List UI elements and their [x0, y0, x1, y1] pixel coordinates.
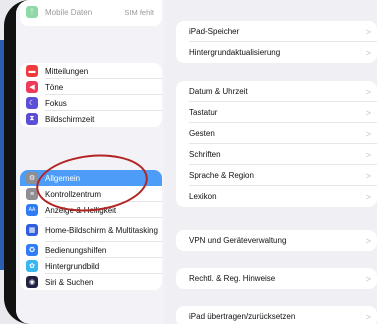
chevron-right-icon: >: [365, 107, 371, 118]
chevron-right-icon: >: [365, 273, 371, 284]
detail-row-gesten[interactable]: Gesten >: [176, 123, 377, 144]
chevron-right-icon: >: [365, 311, 371, 322]
chevron-right-icon: >: [365, 26, 371, 37]
detail-row-label: Tastatur: [189, 108, 218, 117]
detail-row-label: Schriften: [189, 150, 221, 159]
detail-row-label: Sprache & Region: [189, 171, 254, 180]
detail-row-tastatur[interactable]: Tastatur >: [176, 102, 377, 123]
siri-icon: ◉: [26, 276, 38, 288]
sidebar-item-label: Allgemein: [45, 173, 81, 183]
sidebar-item-fokus[interactable]: ☾ Fokus: [20, 95, 162, 111]
chevron-right-icon: >: [365, 149, 371, 160]
sidebar-item-label: Siri & Suchen: [45, 277, 94, 287]
sidebar-item-label: Bildschirmzeit: [45, 114, 95, 124]
detail-row-schriften[interactable]: Schriften >: [176, 144, 377, 165]
sidebar-item-label: Bedienungshilfen: [45, 245, 107, 255]
grid-icon: ▦: [26, 224, 38, 236]
chevron-right-icon: >: [365, 235, 371, 246]
detail-row-label: Lexikon: [189, 192, 217, 201]
settings-screen: ᛉ Mobile Daten SIM fehlt ▬ Mitteilungen ◀ Tön…: [16, 0, 377, 324]
sidebar-item-mitteilungen[interactable]: ▬ Mitteilungen: [20, 63, 162, 79]
moon-icon: ☾: [26, 97, 38, 109]
detail-row-ipad-bertragen-zur-cksetzen[interactable]: iPad übertragen/zurücksetzen >: [176, 306, 377, 324]
sidebar-group-general: ⚙ Allgemein ≡ Kontrollzentrum AA Anzeige & He…: [20, 170, 162, 290]
sidebar-item-kontrollzentrum[interactable]: ≡ Kontrollzentrum: [20, 186, 162, 202]
detail-group-reset: iPad übertragen/zurücksetzen >: [176, 306, 377, 324]
chevron-right-icon: >: [365, 47, 371, 58]
detail-row-label: Hintergrundaktualisierung: [189, 48, 281, 57]
sidebar-item-label: Home-Bildschirm & Multitasking: [45, 225, 158, 235]
gear-icon: ⚙: [26, 172, 38, 184]
sidebar-item-bedienungshilfen[interactable]: ✪ Bedienungshilfen: [20, 242, 162, 258]
sidebar-item-label: Töne: [45, 82, 64, 92]
sidebar-item-label: Fokus: [45, 98, 67, 108]
hourglass-icon: ⧗: [26, 113, 38, 125]
detail-group-storage: iPad-Speicher > Hintergrundaktualisierung >: [176, 21, 377, 63]
flower-icon: ✿: [26, 260, 38, 272]
detail-row-lexikon[interactable]: Lexikon >: [176, 186, 377, 207]
sidebar-item-value: SIM fehlt: [124, 7, 154, 17]
detail-row-rechtl-reg-hinweise[interactable]: Rechtl. & Reg. Hinweise >: [176, 268, 377, 289]
notifications-icon: ▬: [26, 65, 38, 77]
sidebar-item-bildschirmzeit[interactable]: ⧗ Bildschirmzeit: [20, 111, 162, 127]
chevron-right-icon: >: [365, 128, 371, 139]
sidebar-item-label: Mobile Daten: [45, 7, 93, 17]
detail-group-datetime: Datum & Uhrzeit > Tastatur > Gesten > Schrifte…: [176, 81, 377, 207]
detail-row-ipad-speicher[interactable]: iPad-Speicher >: [176, 21, 377, 42]
chevron-right-icon: >: [365, 86, 371, 97]
sidebar-item-label: Mitteilungen: [45, 66, 89, 76]
sidebar-item-anzeige-helligkeit[interactable]: AA Anzeige & Helligkeit: [20, 202, 162, 218]
accessibility-icon: ✪: [26, 244, 38, 256]
detail-row-hintergrundaktualisierung[interactable]: Hintergrundaktualisierung >: [176, 42, 377, 63]
chevron-right-icon: >: [365, 170, 371, 181]
detail-row-label: Gesten: [189, 129, 215, 138]
detail-row-label: Datum & Uhrzeit: [189, 87, 248, 96]
sidebar-item-allgemein[interactable]: ⚙ Allgemein: [20, 170, 162, 186]
sidebar-item-hintergrundbild[interactable]: ✿ Hintergrundbild: [20, 258, 162, 274]
sidebar-group-network: ᛉ Mobile Daten SIM fehlt: [20, 0, 162, 26]
sidebar-item-mobile-daten[interactable]: ᛉ Mobile Daten SIM fehlt: [20, 0, 162, 26]
sidebar-item-label: Kontrollzentrum: [45, 189, 102, 199]
detail-row-datum-uhrzeit[interactable]: Datum & Uhrzeit >: [176, 81, 377, 102]
sidebar-item-label: Hintergrundbild: [45, 261, 100, 271]
antenna-icon: ᛉ: [26, 6, 38, 18]
switches-icon: ≡: [26, 188, 38, 200]
detail-group-vpn: VPN und Geräteverwaltung >: [176, 230, 377, 251]
detail-row-vpn-und-ger-teverwaltung[interactable]: VPN und Geräteverwaltung >: [176, 230, 377, 251]
ipad-frame: ᛉ Mobile Daten SIM fehlt ▬ Mitteilungen ◀ Tön…: [4, 0, 377, 324]
settings-sidebar: ᛉ Mobile Daten SIM fehlt ▬ Mitteilungen ◀ Tön…: [16, 0, 164, 324]
chevron-right-icon: >: [365, 191, 371, 202]
speaker-icon: ◀: [26, 81, 38, 93]
aa-icon: AA: [26, 204, 38, 216]
detail-row-label: iPad-Speicher: [189, 27, 240, 36]
detail-row-sprache-region[interactable]: Sprache & Region >: [176, 165, 377, 186]
general-detail-pane: iPad-Speicher > Hintergrundaktualisierung >…: [176, 0, 377, 324]
sidebar-item-label: Anzeige & Helligkeit: [45, 205, 117, 215]
sidebar-item-home-bildschirm-multitasking[interactable]: ▦ Home-Bildschirm & Multitasking: [20, 218, 162, 242]
sidebar-item-t-ne[interactable]: ◀ Töne: [20, 79, 162, 95]
detail-row-label: VPN und Geräteverwaltung: [189, 236, 287, 245]
detail-row-label: Rechtl. & Reg. Hinweise: [189, 274, 276, 283]
sidebar-item-siri-suchen[interactable]: ◉ Siri & Suchen: [20, 274, 162, 290]
detail-group-legal: Rechtl. & Reg. Hinweise >: [176, 268, 377, 289]
sidebar-group-notifications: ▬ Mitteilungen ◀ Töne ☾ Fokus ⧗ Bildschirmzeit: [20, 63, 162, 127]
detail-row-label: iPad übertragen/zurücksetzen: [189, 312, 296, 321]
